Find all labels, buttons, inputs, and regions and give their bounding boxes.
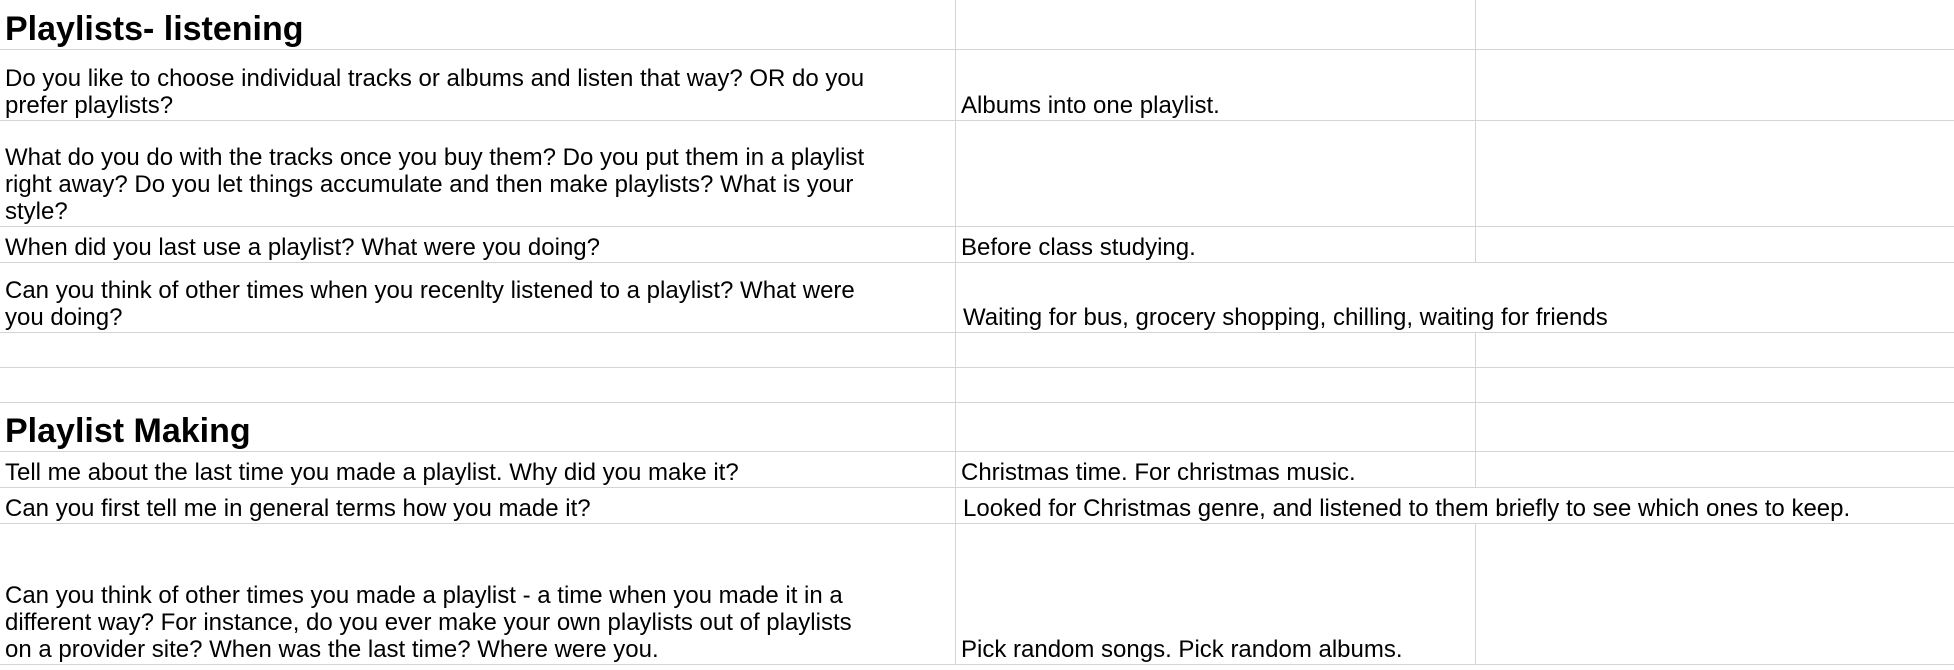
question-line: you doing?: [5, 304, 123, 331]
question-text: Tell me about the last time you made a p…: [5, 459, 955, 486]
question-text: Can you think of other times you made a …: [5, 582, 955, 663]
question-line: Tell me about the last time you made a p…: [5, 459, 739, 486]
answer-cell[interactable]: Before class studying.: [956, 227, 1476, 262]
question-cell[interactable]: Tell me about the last time you made a p…: [0, 452, 956, 487]
question-cell[interactable]: Can you first tell me in general terms h…: [0, 488, 956, 523]
extra-cell-empty[interactable]: [1476, 121, 1954, 226]
answer-cell[interactable]: Christmas time. For christmas music.: [956, 452, 1476, 487]
answer-text: Looked for Christmas genre, and listened…: [963, 495, 1851, 522]
answer-cell[interactable]: [956, 121, 1476, 226]
sheet-row: Can you first tell me in general terms h…: [0, 488, 1954, 524]
sheet-row: Playlist Making: [0, 403, 1954, 452]
answer-cell-empty[interactable]: [956, 0, 1476, 49]
spreadsheet-grid: Playlists- listening Do you like to choo…: [0, 0, 1954, 670]
question-line: Can you first tell me in general terms h…: [5, 495, 591, 522]
question-text: When did you last use a playlist? What w…: [5, 234, 955, 261]
column-divider: [1475, 333, 1476, 488]
question-text: What do you do with the tracks once you …: [5, 144, 955, 225]
extra-cell-empty[interactable]: [1476, 452, 1954, 487]
section-heading-listening[interactable]: Playlists- listening: [0, 0, 956, 49]
empty-cell[interactable]: [956, 333, 1476, 367]
sheet-row: Playlists- listening: [0, 0, 1954, 50]
sheet-row-empty: [0, 333, 1954, 368]
section-title: Playlist Making: [5, 412, 251, 450]
question-line: prefer playlists?: [5, 92, 174, 119]
answer-text: Before class studying.: [961, 234, 1196, 261]
empty-cell[interactable]: [1476, 368, 1954, 402]
question-line: style?: [5, 198, 68, 225]
sheet-row: Tell me about the last time you made a p…: [0, 452, 1954, 488]
answer-cell[interactable]: Waiting for bus, grocery shopping, chill…: [956, 263, 1954, 332]
question-cell[interactable]: What do you do with the tracks once you …: [0, 121, 956, 226]
column-divider: [955, 0, 956, 665]
question-cell[interactable]: Can you think of other times when you re…: [0, 263, 956, 332]
question-line: right away? Do you let things accumulate…: [5, 171, 854, 198]
question-cell[interactable]: When did you last use a playlist? What w…: [0, 227, 956, 262]
answer-cell[interactable]: Pick random songs. Pick random albums.: [956, 524, 1476, 664]
question-line: When did you last use a playlist? What w…: [5, 234, 600, 261]
answer-text: Albums into one playlist.: [961, 92, 1220, 119]
question-line: on a provider site? When was the last ti…: [5, 636, 659, 663]
extra-cell-empty[interactable]: [1476, 227, 1954, 262]
answer-text: Pick random songs. Pick random albums.: [961, 636, 1403, 663]
empty-cell[interactable]: [0, 333, 956, 367]
question-text: Can you think of other times when you re…: [5, 277, 955, 331]
extra-cell-empty[interactable]: [1476, 0, 1954, 49]
question-text: Do you like to choose individual tracks …: [5, 65, 955, 119]
question-cell[interactable]: Do you like to choose individual tracks …: [0, 50, 956, 120]
question-line: Can you think of other times you made a …: [5, 582, 843, 609]
question-cell[interactable]: Can you think of other times you made a …: [0, 524, 956, 664]
empty-cell[interactable]: [0, 368, 956, 402]
answer-cell[interactable]: Albums into one playlist.: [956, 50, 1476, 120]
empty-cell[interactable]: [1476, 333, 1954, 367]
section-heading-making[interactable]: Playlist Making: [0, 403, 956, 451]
answer-text: Christmas time. For christmas music.: [961, 459, 1356, 486]
answer-text: Waiting for bus, grocery shopping, chill…: [963, 304, 1608, 331]
section-title: Playlists- listening: [5, 10, 304, 48]
sheet-row: What do you do with the tracks once you …: [0, 121, 1954, 227]
sheet-row: Can you think of other times when you re…: [0, 263, 1954, 333]
column-divider: [1475, 0, 1476, 263]
extra-cell-empty[interactable]: [1476, 403, 1954, 451]
sheet-row: Can you think of other times you made a …: [0, 524, 1954, 665]
sheet-row-empty: [0, 368, 1954, 403]
extra-cell-empty[interactable]: [1476, 524, 1954, 664]
question-text: Can you first tell me in general terms h…: [5, 495, 955, 522]
question-line: What do you do with the tracks once you …: [5, 144, 865, 171]
sheet-row: When did you last use a playlist? What w…: [0, 227, 1954, 263]
question-line: Can you think of other times when you re…: [5, 277, 855, 304]
empty-cell[interactable]: [956, 368, 1476, 402]
column-divider: [1475, 524, 1476, 665]
question-line: Do you like to choose individual tracks …: [5, 65, 865, 92]
answer-cell-empty[interactable]: [956, 403, 1476, 451]
answer-cell[interactable]: Looked for Christmas genre, and listened…: [956, 488, 1954, 523]
sheet-row: Do you like to choose individual tracks …: [0, 50, 1954, 121]
extra-cell-empty[interactable]: [1476, 50, 1954, 120]
question-line: different way? For instance, do you ever…: [5, 609, 852, 636]
